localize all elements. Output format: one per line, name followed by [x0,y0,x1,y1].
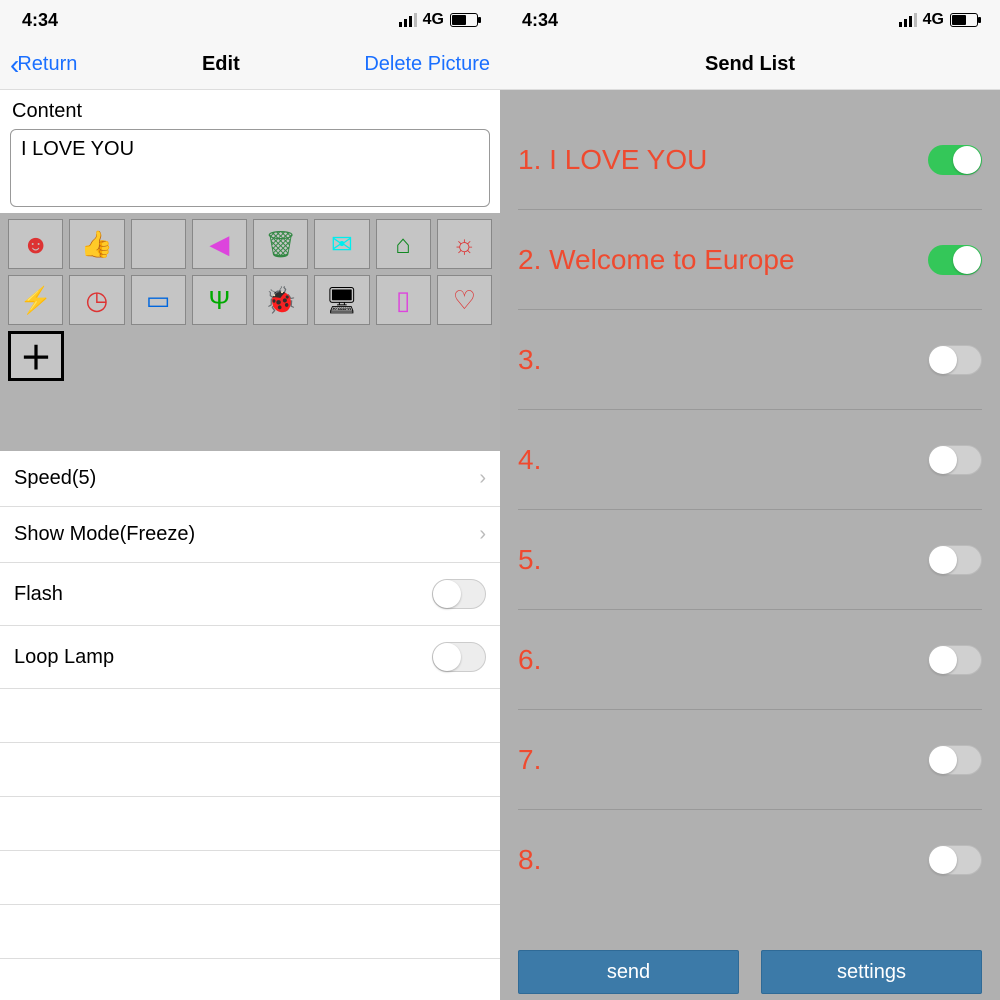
row-toggle[interactable] [928,545,982,575]
thumbs-up-icon[interactable]: 👍 [69,219,124,269]
list-item: 4. [518,410,982,510]
row-toggle[interactable] [928,245,982,275]
chat-icon[interactable]: ▭ [131,275,186,325]
list-item [0,905,500,959]
row-toggle[interactable] [928,345,982,375]
music-icon[interactable]: ▯ [376,275,431,325]
settings-list: Speed(5) › Show Mode(Freeze) › Flash Loo… [0,451,500,1000]
row-label: 6. [518,644,541,676]
row-toggle[interactable] [928,645,982,675]
apple-icon[interactable] [131,219,186,269]
list-item: 6. [518,610,982,710]
show-mode-label: Show Mode(Freeze) [14,523,195,546]
antenna-icon[interactable]: Ψ [192,275,247,325]
page-title: Send List [705,53,795,76]
navbar: ‹ Return Edit Delete Picture [0,40,500,90]
status-time: 4:34 [522,10,558,31]
send-list: 1. I LOVE YOU 2. Welcome to Europe 3. 4.… [500,90,1000,910]
signal-icon [899,13,917,27]
bug-icon[interactable]: 🐞 [253,275,308,325]
network-label: 4G [923,11,944,29]
flash-row: Flash [0,563,500,626]
row-label: 7. [518,744,541,776]
chevron-right-icon: › [479,523,486,546]
row-toggle[interactable] [928,745,982,775]
add-icon-button[interactable]: ＋ [8,331,64,381]
navbar: Send List [500,40,1000,90]
sun-icon[interactable]: ☼ [437,219,492,269]
list-item: 7. [518,710,982,810]
list-item [0,851,500,905]
prev-track-icon[interactable]: ◀ [192,219,247,269]
status-indicators: 4G [399,11,478,29]
row-toggle[interactable] [928,145,982,175]
list-item [0,959,500,1000]
battery-icon [950,13,978,27]
back-label: Return [17,53,77,76]
row-label: 3. [518,344,541,376]
send-button[interactable]: send [518,950,739,994]
row-label: 5. [518,544,541,576]
list-item: 2. Welcome to Europe [518,210,982,310]
network-label: 4G [423,11,444,29]
signal-icon [399,13,417,27]
trash-icon[interactable]: 🗑 [253,219,308,269]
battery-icon [450,13,478,27]
bottom-toolbar: send settings [500,950,1000,1000]
mail-icon[interactable]: ✉ [314,219,369,269]
icon-palette: ☻ 👍 ◀ 🗑 ✉ ⌂ ☼ ⚡ ◷ ▭ Ψ 🐞 🖥 ▯ ♡ ＋ [0,213,500,451]
delete-picture-button[interactable]: Delete Picture [364,53,490,76]
loop-lamp-row: Loop Lamp [0,626,500,689]
clock-icon[interactable]: ◷ [69,275,124,325]
flash-toggle[interactable] [432,579,486,609]
content-input[interactable]: I LOVE YOU [10,129,490,207]
settings-button[interactable]: settings [761,950,982,994]
list-item: 3. [518,310,982,410]
list-item [0,689,500,743]
edit-screen: 4:34 4G ‹ Return Edit Delete Picture Con… [0,0,500,1000]
row-toggle[interactable] [928,845,982,875]
speed-label: Speed(5) [14,467,96,490]
bolt-icon[interactable]: ⚡ [8,275,63,325]
row-label: 2. Welcome to Europe [518,244,795,276]
content-label: Content [0,90,500,129]
list-item: 8. [518,810,982,910]
page-title: Edit [202,53,240,76]
face-icon[interactable]: ☻ [8,219,63,269]
status-time: 4:34 [22,10,58,31]
list-item [0,797,500,851]
row-label: 1. I LOVE YOU [518,144,707,176]
status-indicators: 4G [899,11,978,29]
list-item: 1. I LOVE YOU [518,110,982,210]
speed-row[interactable]: Speed(5) › [0,451,500,507]
back-button[interactable]: ‹ Return [10,49,77,81]
row-toggle[interactable] [928,445,982,475]
list-item [0,743,500,797]
flash-label: Flash [14,583,63,606]
list-item: 5. [518,510,982,610]
icon-grid: ☻ 👍 ◀ 🗑 ✉ ⌂ ☼ ⚡ ◷ ▭ Ψ 🐞 🖥 ▯ ♡ [8,219,492,325]
status-bar: 4:34 4G [0,0,500,40]
loop-lamp-toggle[interactable] [432,642,486,672]
row-label: 4. [518,444,541,476]
heart-icon[interactable]: ♡ [437,275,492,325]
monitor-icon[interactable]: 🖥 [314,275,369,325]
chevron-right-icon: › [479,467,486,490]
row-label: 8. [518,844,541,876]
home-icon[interactable]: ⌂ [376,219,431,269]
status-bar: 4:34 4G [500,0,1000,40]
show-mode-row[interactable]: Show Mode(Freeze) › [0,507,500,563]
send-list-screen: 4:34 4G Send List 1. I LOVE YOU 2. Welco… [500,0,1000,1000]
loop-lamp-label: Loop Lamp [14,646,114,669]
